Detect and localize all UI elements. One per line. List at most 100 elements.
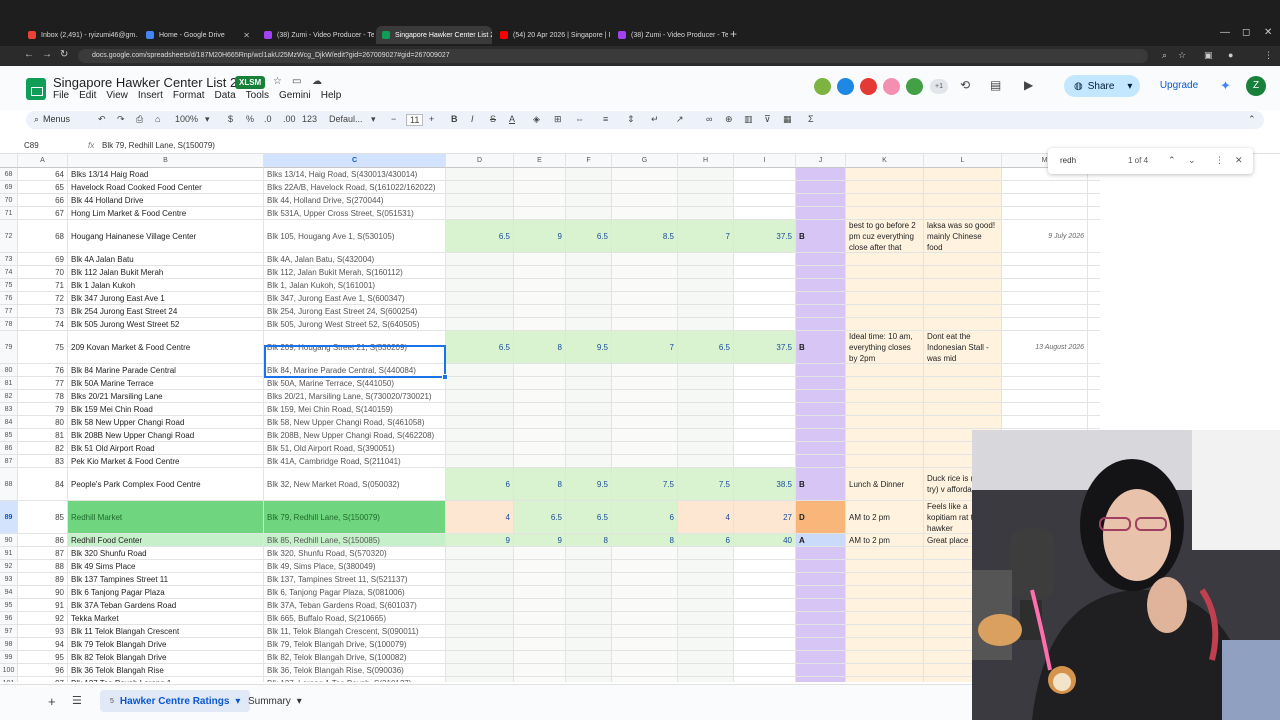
visit-date-cell[interactable] [1002, 266, 1088, 278]
centre-name-cell[interactable]: Blk 49 Sims Place [68, 560, 264, 572]
score-cell[interactable] [514, 305, 566, 317]
address-cell[interactable]: Blk 531A, Upper Cross Street, S(051531) [264, 207, 446, 219]
row-number-cell[interactable]: 83 [18, 455, 68, 467]
score-cell[interactable] [566, 573, 612, 585]
address-cell[interactable]: Blk 44, Holland Drive, S(270044) [264, 194, 446, 206]
grade-cell[interactable] [796, 305, 846, 317]
grade-cell[interactable] [796, 168, 846, 180]
row-header[interactable]: 68 [0, 168, 18, 180]
score-cell[interactable] [678, 390, 734, 402]
column-header[interactable]: I [734, 154, 796, 168]
meet-icon[interactable]: ▶ [1024, 78, 1033, 92]
best-time-cell[interactable] [846, 377, 924, 389]
total-score-cell[interactable] [734, 253, 796, 265]
score-cell[interactable] [612, 612, 678, 624]
notes-cell[interactable] [924, 168, 1002, 180]
zoom-icon[interactable]: ⌕ [1162, 50, 1167, 61]
new-tab-button[interactable]: + [730, 27, 737, 41]
undo-icon[interactable]: ↶ [98, 114, 106, 125]
score-cell[interactable] [566, 625, 612, 637]
notes-cell[interactable] [924, 279, 1002, 291]
grade-cell[interactable] [796, 455, 846, 467]
score-cell[interactable] [612, 625, 678, 637]
score-cell[interactable] [446, 181, 514, 193]
profile-icon[interactable]: ● [1228, 50, 1233, 60]
row-header[interactable]: 95 [0, 599, 18, 611]
browser-tab[interactable]: Singapore Hawker Center List 2...✕ [376, 26, 492, 44]
score-cell[interactable] [446, 318, 514, 330]
add-sheet-icon[interactable]: + [48, 694, 56, 709]
total-score-cell[interactable]: 40 [734, 534, 796, 546]
address-cell[interactable]: Blk 58, New Upper Changi Road, S(461058) [264, 416, 446, 428]
address-cell[interactable]: Blk 127, Lorong 1 Toa Payoh, S(310127) [264, 677, 446, 682]
notes-cell[interactable]: Dont eat the Indonesian Stall - was mid [924, 331, 1002, 363]
score-cell[interactable] [678, 599, 734, 611]
grade-cell[interactable] [796, 318, 846, 330]
score-cell[interactable] [678, 651, 734, 663]
address-cell[interactable]: Blk 347, Jurong East Ave 1, S(600347) [264, 292, 446, 304]
menu-item-view[interactable]: View [106, 90, 128, 101]
centre-name-cell[interactable]: 209 Kovan Market & Food Centre [68, 331, 264, 363]
row-header[interactable]: 72 [0, 220, 18, 252]
address-cell[interactable]: Blk 41A, Cambridge Road, S(211041) [264, 455, 446, 467]
total-score-cell[interactable] [734, 429, 796, 441]
score-cell[interactable] [446, 279, 514, 291]
row-header[interactable]: 97 [0, 625, 18, 637]
row-header[interactable]: 76 [0, 292, 18, 304]
centre-name-cell[interactable]: Blk 1 Jalan Kukoh [68, 279, 264, 291]
centre-name-cell[interactable]: Hong Lim Market & Food Centre [68, 207, 264, 219]
score-cell[interactable] [678, 292, 734, 304]
row-number-cell[interactable]: 64 [18, 168, 68, 180]
bookmark-star-icon[interactable]: ☆ [1178, 50, 1186, 61]
score-cell[interactable] [612, 429, 678, 441]
grade-cell[interactable] [796, 266, 846, 278]
score-cell[interactable] [446, 429, 514, 441]
score-cell[interactable] [514, 677, 566, 682]
score-cell[interactable]: 8 [612, 534, 678, 546]
centre-name-cell[interactable]: Blk 6 Tanjong Pagar Plaza [68, 586, 264, 598]
redo-icon[interactable]: ↷ [117, 114, 125, 125]
score-cell[interactable]: 9 [514, 220, 566, 252]
score-cell[interactable] [446, 253, 514, 265]
centre-name-cell[interactable]: Blk 36 Telok Blangah Rise [68, 664, 264, 676]
row-number-cell[interactable]: 70 [18, 266, 68, 278]
row-number-cell[interactable]: 88 [18, 560, 68, 572]
score-cell[interactable] [446, 599, 514, 611]
score-cell[interactable] [566, 279, 612, 291]
best-time-cell[interactable] [846, 390, 924, 402]
total-score-cell[interactable] [734, 573, 796, 585]
best-time-cell[interactable] [846, 168, 924, 180]
score-cell[interactable] [678, 455, 734, 467]
score-cell[interactable] [446, 305, 514, 317]
total-score-cell[interactable] [734, 181, 796, 193]
total-score-cell[interactable] [734, 292, 796, 304]
centre-name-cell[interactable]: Redhill Food Center [68, 534, 264, 546]
grade-cell[interactable] [796, 377, 846, 389]
star-icon[interactable]: ☆ [273, 76, 282, 87]
formula-input[interactable]: Blk 79, Redhill Lane, S(150079) [102, 141, 215, 150]
notes-cell[interactable] [924, 390, 1002, 402]
reload-icon[interactable]: ↻ [60, 49, 68, 60]
grade-cell[interactable] [796, 677, 846, 682]
centre-name-cell[interactable]: People's Park Complex Food Centre [68, 468, 264, 500]
score-cell[interactable] [678, 677, 734, 682]
score-cell[interactable] [514, 403, 566, 415]
score-cell[interactable] [446, 377, 514, 389]
best-time-cell[interactable] [846, 364, 924, 376]
row-header[interactable]: 92 [0, 560, 18, 572]
score-cell[interactable]: 6.5 [566, 220, 612, 252]
grade-cell[interactable] [796, 416, 846, 428]
centre-name-cell[interactable]: Blk 84 Marine Parade Central [68, 364, 264, 376]
best-time-cell[interactable] [846, 612, 924, 624]
score-cell[interactable] [678, 560, 734, 572]
score-cell[interactable] [514, 194, 566, 206]
grade-cell[interactable] [796, 279, 846, 291]
score-cell[interactable] [678, 318, 734, 330]
score-cell[interactable] [566, 429, 612, 441]
notes-cell[interactable] [924, 305, 1002, 317]
centre-name-cell[interactable]: Blk 320 Shunfu Road [68, 547, 264, 559]
sheet-tab-active[interactable]: 5 Hawker Centre Ratings ▾ [100, 690, 251, 712]
grade-cell[interactable] [796, 429, 846, 441]
total-score-cell[interactable]: 37.5 [734, 331, 796, 363]
centre-name-cell[interactable]: Redhill Market [68, 501, 264, 533]
